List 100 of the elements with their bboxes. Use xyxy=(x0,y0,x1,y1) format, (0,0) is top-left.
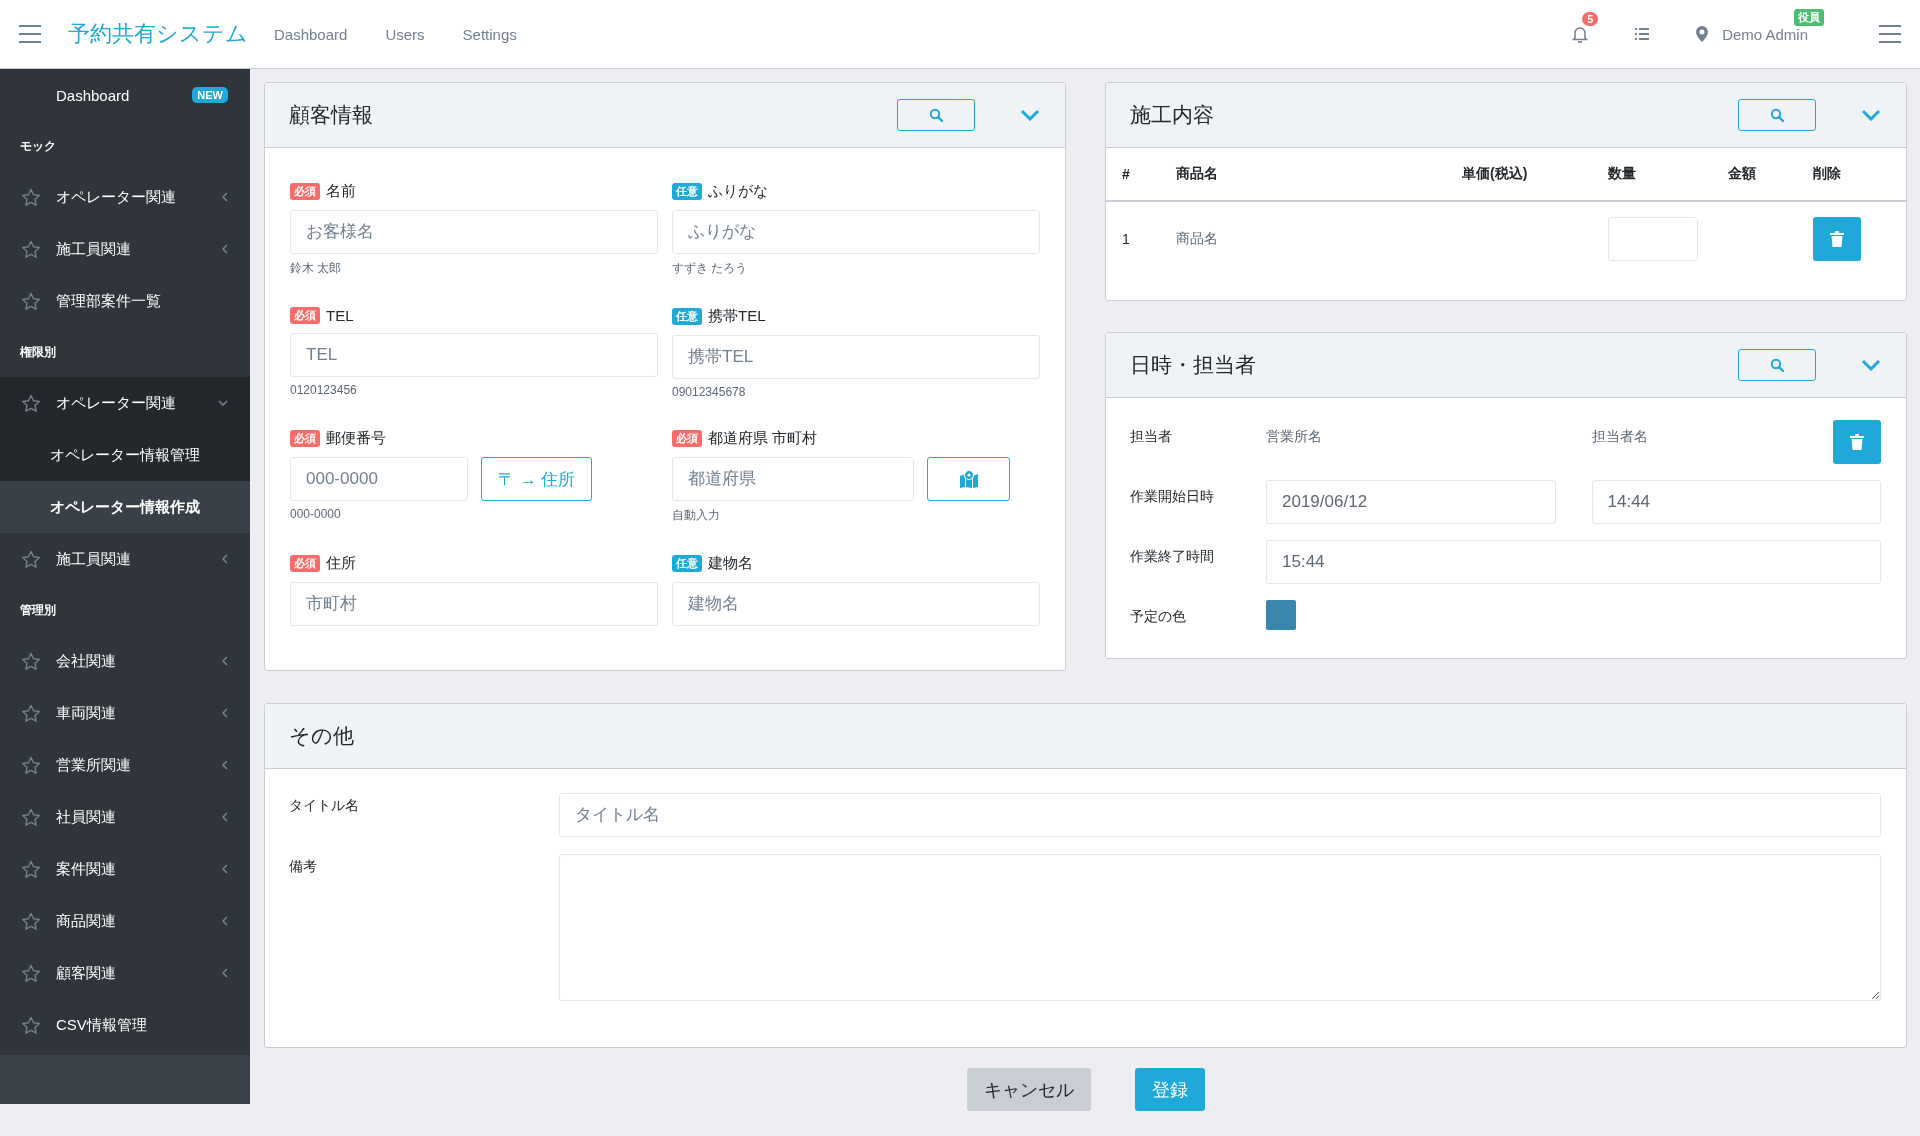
time-field[interactable]: 14:44 xyxy=(1591,480,1881,524)
field-label: 郵便番号 xyxy=(326,429,386,448)
notes-field[interactable] xyxy=(559,854,1881,1001)
star-icon xyxy=(21,393,41,413)
nav-link[interactable]: Settings xyxy=(458,19,521,49)
field-label: 作業終了時間 xyxy=(1130,547,1215,566)
sidebar-item[interactable]: CSV情報管理 xyxy=(0,999,250,1051)
app-title: 予約共有システム xyxy=(68,20,248,48)
nav-link[interactable]: Users xyxy=(381,19,429,49)
card-title: 日時・担当者 xyxy=(1130,352,1257,378)
optional-tag: 任意 xyxy=(672,308,702,325)
input-field[interactable]: 市町村 xyxy=(290,582,658,626)
menu-icon[interactable] xyxy=(1878,24,1902,44)
field-label: 予定の色 xyxy=(1130,607,1187,626)
input-field[interactable]: 都道府県 xyxy=(672,457,914,501)
quantity-field[interactable] xyxy=(1608,217,1698,261)
field-label: TEL xyxy=(326,307,354,324)
date-field[interactable]: 2019/06/12 xyxy=(1266,480,1556,524)
star-icon xyxy=(21,963,41,983)
input-field[interactable]: お客様名 xyxy=(290,210,658,254)
star-icon xyxy=(21,187,41,207)
sidebar-subitem[interactable]: オペレーター情報作成 xyxy=(0,481,250,533)
input-field[interactable]: 携帯TEL xyxy=(672,335,1040,379)
star-icon xyxy=(21,911,41,931)
column-header: 数量 xyxy=(1592,148,1712,201)
field-label: 建物名 xyxy=(708,554,753,573)
delete-button[interactable] xyxy=(1813,217,1861,261)
trash-icon xyxy=(1850,434,1864,450)
menu-icon[interactable] xyxy=(18,24,42,44)
cancel-button[interactable]: キャンセル xyxy=(966,1068,1091,1111)
required-tag: 必須 xyxy=(290,183,320,200)
input-field[interactable]: 000-0000 xyxy=(290,457,468,501)
bell-icon[interactable] xyxy=(1572,25,1589,43)
column-header: # xyxy=(1106,148,1160,201)
sidebar-item[interactable]: 営業所関連 xyxy=(0,739,250,791)
time-field[interactable]: 15:44 xyxy=(1266,540,1881,584)
new-badge: NEW xyxy=(192,87,228,103)
sidebar-item[interactable]: Dashboard NEW xyxy=(0,69,250,121)
input-field[interactable]: 建物名 xyxy=(672,582,1040,626)
table-cell: 商品名 xyxy=(1160,201,1446,276)
column-header: 削除 xyxy=(1797,148,1906,201)
sidebar-item[interactable]: 案件関連 xyxy=(0,843,250,895)
chevron-down-icon[interactable] xyxy=(1861,359,1881,371)
field-hint: 鈴木 太郎 xyxy=(290,260,343,277)
column-header: 金額 xyxy=(1712,148,1797,201)
card-title: 顧客情報 xyxy=(289,102,374,128)
sidebar-section-title: 管理別 xyxy=(19,602,57,619)
sidebar-section-title: 権限別 xyxy=(19,344,57,361)
sidebar-item[interactable]: 車両関連 xyxy=(0,687,250,739)
search-icon xyxy=(929,108,943,122)
field-hint: 自動入力 xyxy=(672,507,721,524)
search-icon xyxy=(1770,358,1784,372)
field-label: 都道府県 市町村 xyxy=(708,429,818,448)
required-tag: 必須 xyxy=(290,430,320,447)
required-tag: 必須 xyxy=(290,555,320,572)
nav-link[interactable]: Dashboard xyxy=(270,19,352,49)
chevron-down-icon[interactable] xyxy=(1861,109,1881,121)
map-button[interactable] xyxy=(927,457,1010,501)
sidebar-item[interactable]: 顧客関連 xyxy=(0,947,250,999)
star-icon xyxy=(21,1015,41,1035)
location-pin-icon[interactable] xyxy=(1696,26,1709,42)
sidebar-item[interactable]: 管理部案件一覧 xyxy=(0,275,250,327)
sidebar-item[interactable]: 施工員関連 xyxy=(0,223,250,275)
color-swatch[interactable] xyxy=(1266,600,1296,630)
field-label: 作業開始日時 xyxy=(1130,487,1215,506)
sidebar-item[interactable]: 施工員関連 xyxy=(0,533,250,585)
search-button[interactable] xyxy=(897,99,975,131)
field-label: 住所 xyxy=(326,554,356,573)
field-hint: 0120123456 xyxy=(290,383,358,397)
chevron-down-icon[interactable] xyxy=(1020,109,1040,121)
star-icon xyxy=(21,859,41,879)
delete-button[interactable] xyxy=(1833,420,1881,464)
input-field[interactable]: TEL xyxy=(290,333,658,377)
sidebar-subitem[interactable]: オペレーター情報管理 xyxy=(0,429,250,481)
search-button[interactable] xyxy=(1738,99,1816,131)
sidebar-section-title: モック xyxy=(19,138,57,155)
field-label: 備考 xyxy=(289,857,318,876)
sidebar-item[interactable]: 社員関連 xyxy=(0,791,250,843)
optional-tag: 任意 xyxy=(672,183,702,200)
input-field[interactable]: タイトル名 xyxy=(559,793,1881,837)
star-icon xyxy=(21,239,41,259)
list-icon[interactable] xyxy=(1634,27,1651,41)
map-pin-icon xyxy=(958,470,979,488)
user-name[interactable]: Demo Admin xyxy=(1722,25,1808,43)
sidebar-item[interactable]: 商品関連 xyxy=(0,895,250,947)
star-icon xyxy=(21,703,41,723)
sidebar-item[interactable]: 会社関連 xyxy=(0,635,250,687)
role-badge: 役員 xyxy=(1794,8,1824,26)
trash-icon xyxy=(1830,231,1844,247)
field-label: 担当者 xyxy=(1130,427,1173,446)
field-label: 名前 xyxy=(326,182,356,201)
input-field[interactable]: ふりがな xyxy=(672,210,1040,254)
field-hint: 000-0000 xyxy=(290,507,342,521)
sidebar-item[interactable]: オペレーター関連 xyxy=(0,171,250,223)
field-hint: 09012345678 xyxy=(672,385,747,399)
table-cell: 1 xyxy=(1106,201,1160,276)
field-label: 携帯TEL xyxy=(708,307,766,326)
star-icon xyxy=(21,549,41,569)
office-name: 営業所名 xyxy=(1266,427,1323,446)
search-button[interactable] xyxy=(1738,349,1816,381)
